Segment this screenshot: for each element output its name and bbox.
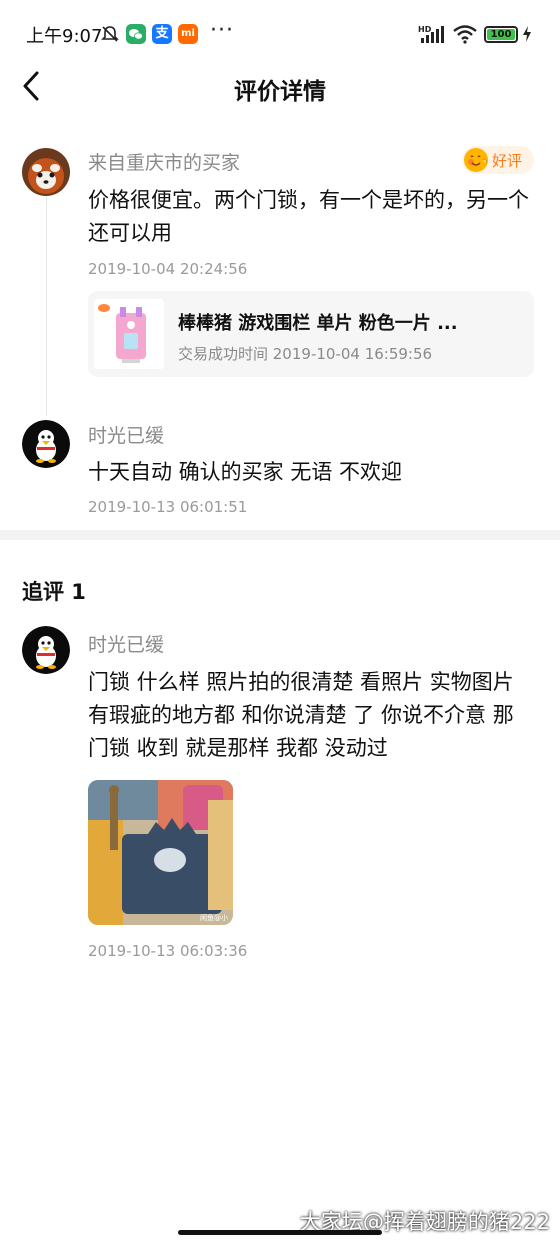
rating-badge: 好评	[462, 146, 534, 174]
product-thumbnail	[94, 299, 164, 369]
top-nav-bar: 评价详情	[0, 64, 560, 110]
wechat-icon	[126, 24, 146, 44]
product-card[interactable]: 棒棒猪 游戏围栏 单片 粉色一片 ... 交易成功时间 2019-10-04 1…	[88, 291, 534, 377]
status-time: 上午9:07	[26, 26, 103, 47]
more-notifications-icon: ···	[210, 18, 234, 43]
product-title: 棒棒猪 游戏围栏 单片 粉色一片 ...	[178, 313, 458, 334]
mi-icon: mi	[178, 24, 198, 44]
status-bar: 上午9:07 支 mi ··· HD 100	[0, 0, 560, 68]
reply-author-name: 时光已缓	[88, 425, 165, 447]
section-divider	[0, 530, 560, 540]
home-indicator[interactable]	[178, 1230, 382, 1235]
photo-caption: 闲鱼@小	[200, 913, 228, 922]
seller-avatar[interactable]	[22, 420, 70, 468]
product-trade-time: 交易成功时间 2019-10-04 16:59:56	[178, 345, 433, 363]
review-content: 价格很便宜。两个门锁，有一个是坏的，另一个还可以用	[88, 188, 529, 245]
reply-content: 十天自动 确认的买家 无语 不欢迎	[88, 460, 403, 484]
followup-author-name: 时光已缓	[88, 634, 165, 656]
reply-timestamp: 2019-10-13 06:01:51	[88, 498, 248, 516]
svg-text:HD: HD	[418, 25, 432, 34]
wifi-icon	[453, 25, 477, 44]
reviewer-name: 来自重庆市的买家	[88, 152, 241, 174]
alipay-icon: 支	[152, 24, 172, 44]
followup-timestamp: 2019-10-13 06:03:36	[88, 942, 248, 960]
charging-icon	[523, 26, 531, 42]
hd-signal-icon: HD	[418, 25, 444, 43]
review-photo[interactable]: 闲鱼@小	[88, 780, 233, 925]
followup-heading: 追评 1	[22, 580, 86, 604]
battery-icon: 100	[484, 26, 518, 43]
bell-muted-icon	[101, 26, 119, 42]
followup-author-avatar[interactable]	[22, 626, 70, 674]
smile-face-icon	[464, 148, 488, 172]
battery-level: 100	[487, 29, 515, 40]
followup-content: 门锁 什么样 照片拍的很清楚 看照片 实物图片 有瑕疵的地方都 和你说清楚 了 …	[88, 670, 514, 760]
conversation-thread-line	[46, 196, 47, 416]
buyer-avatar[interactable]	[22, 148, 70, 196]
review-timestamp: 2019-10-04 20:24:56	[88, 260, 248, 278]
rating-label: 好评	[492, 152, 523, 170]
page-title: 评价详情	[234, 79, 326, 105]
